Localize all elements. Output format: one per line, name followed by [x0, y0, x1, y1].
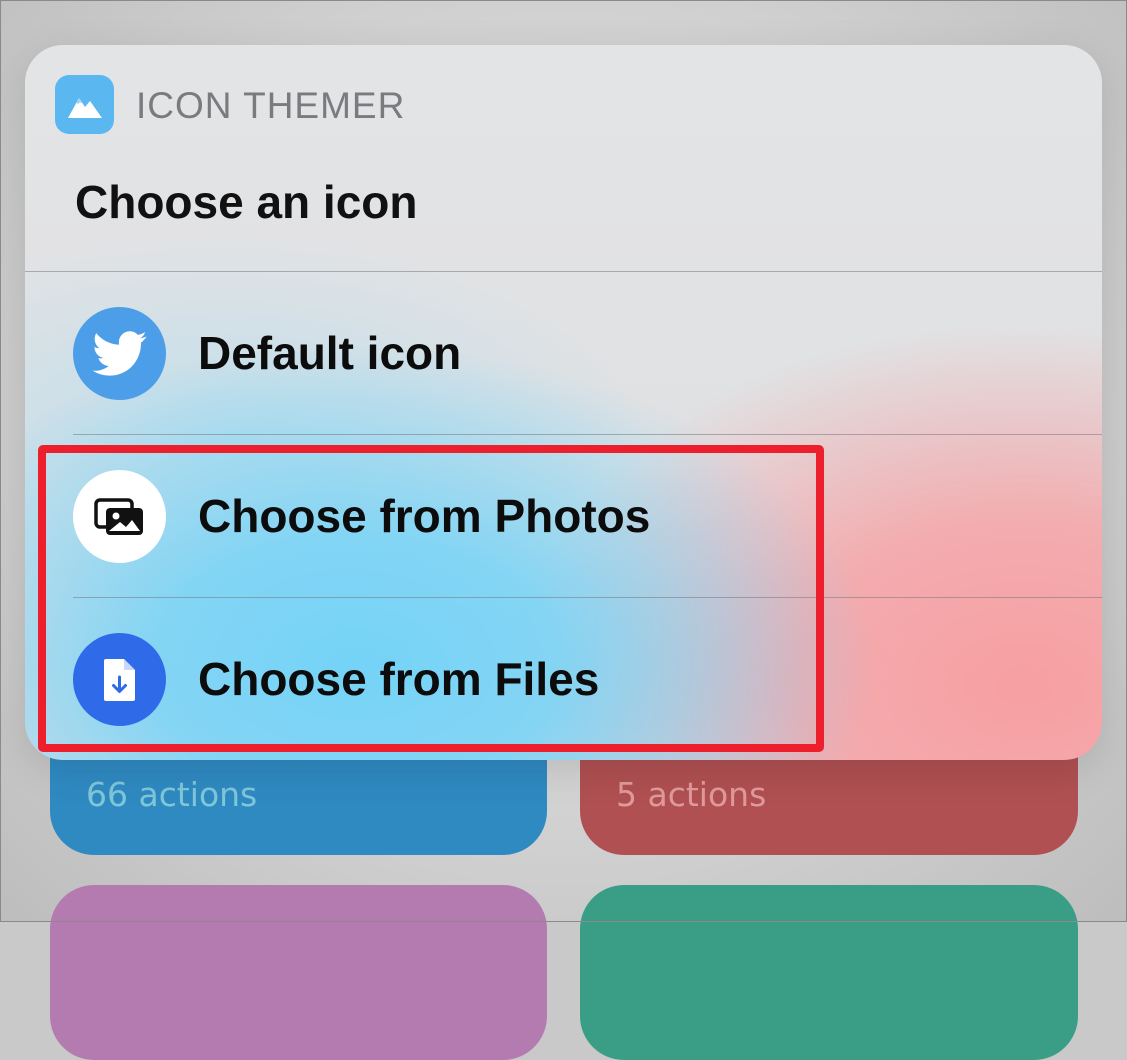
menu-item-choose-from-files[interactable]: Choose from Files	[25, 598, 1102, 760]
context-menu: ICON THEMER Choose an icon Default icon …	[25, 45, 1102, 760]
menu-item-label: Choose from Photos	[198, 490, 651, 542]
menu-title: Choose an icon	[75, 176, 418, 228]
file-download-icon	[73, 633, 166, 726]
menu-item-label: Choose from Files	[198, 653, 600, 705]
shortcut-tile-purple[interactable]	[50, 885, 547, 1060]
shortcut-tile-green[interactable]	[580, 885, 1078, 1060]
tile-action-count: 5 actions	[616, 775, 767, 814]
menu-header: ICON THEMER Choose an icon	[25, 45, 1102, 271]
menu-item-default-icon[interactable]: Default icon	[25, 272, 1102, 435]
tile-action-count: 66 actions	[86, 775, 258, 814]
app-name: ICON THEMER	[136, 85, 406, 126]
menu-item-choose-from-photos[interactable]: Choose from Photos	[25, 435, 1102, 598]
mountain-icon	[55, 75, 114, 134]
menu-item-label: Default icon	[198, 327, 462, 379]
twitter-bird-icon	[73, 307, 166, 400]
photos-icon	[73, 470, 166, 563]
